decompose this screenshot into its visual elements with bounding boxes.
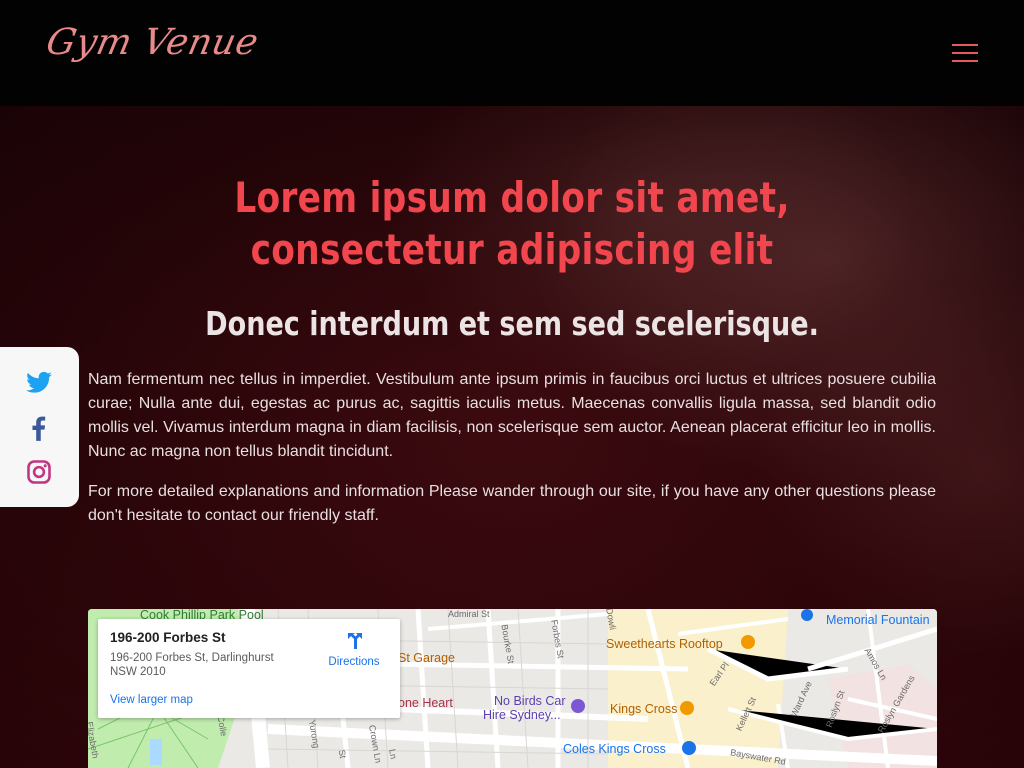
hero-subheadline: Donec interdum et sem sed scelerisque.	[205, 304, 819, 343]
map-place-label: Sweethearts Rooftop	[606, 637, 723, 651]
intro-paragraph: Nam fermentum nec tellus in imperdiet. V…	[88, 371, 936, 460]
directions-label: Directions	[328, 656, 380, 668]
map-place-label: Coles Kings Cross	[563, 742, 666, 756]
map-place-label: St Garage	[398, 651, 455, 665]
menu-bar	[952, 60, 978, 62]
map-place-label: No Birds Car	[494, 694, 566, 708]
site-header: Gym Venue	[0, 0, 1024, 106]
location-map[interactable]: Cook Phillip Park Pool Memorial Fountain…	[88, 609, 937, 768]
menu-bar	[952, 52, 978, 54]
map-street-label: Admiral St	[448, 609, 490, 619]
hamburger-menu-icon[interactable]	[946, 36, 984, 70]
directions-icon	[348, 633, 362, 649]
map-place-label: Hire Sydney...	[483, 708, 561, 722]
map-card-title: 196-200 Forbes St	[110, 630, 226, 645]
social-sidebar	[0, 347, 79, 507]
map-street-label: Ln	[387, 748, 399, 760]
map-place-label: Kings Cross	[610, 702, 678, 716]
map-place-label: Memorial Fountain	[826, 613, 930, 627]
view-larger-map-link[interactable]: View larger map	[110, 694, 193, 706]
menu-bar	[952, 44, 978, 46]
map-card-address: 196-200 Forbes St, Darlinghurst NSW 2010	[110, 652, 274, 678]
map-place-label: one Heart	[398, 696, 453, 710]
map-street-label: St	[336, 748, 348, 760]
hero-headline: Lorem ipsum dolor sit amet, consectetur …	[234, 173, 790, 274]
twitter-icon[interactable]	[25, 369, 53, 397]
contact-paragraph: For more detailed explanations and infor…	[88, 483, 936, 524]
instagram-icon[interactable]	[25, 458, 53, 486]
directions-button[interactable]: Directions	[322, 629, 386, 675]
site-logo[interactable]: Gym Venue	[43, 22, 263, 63]
facebook-icon[interactable]	[25, 414, 53, 442]
map-info-card: 196-200 Forbes St 196-200 Forbes St, Dar…	[98, 619, 400, 718]
